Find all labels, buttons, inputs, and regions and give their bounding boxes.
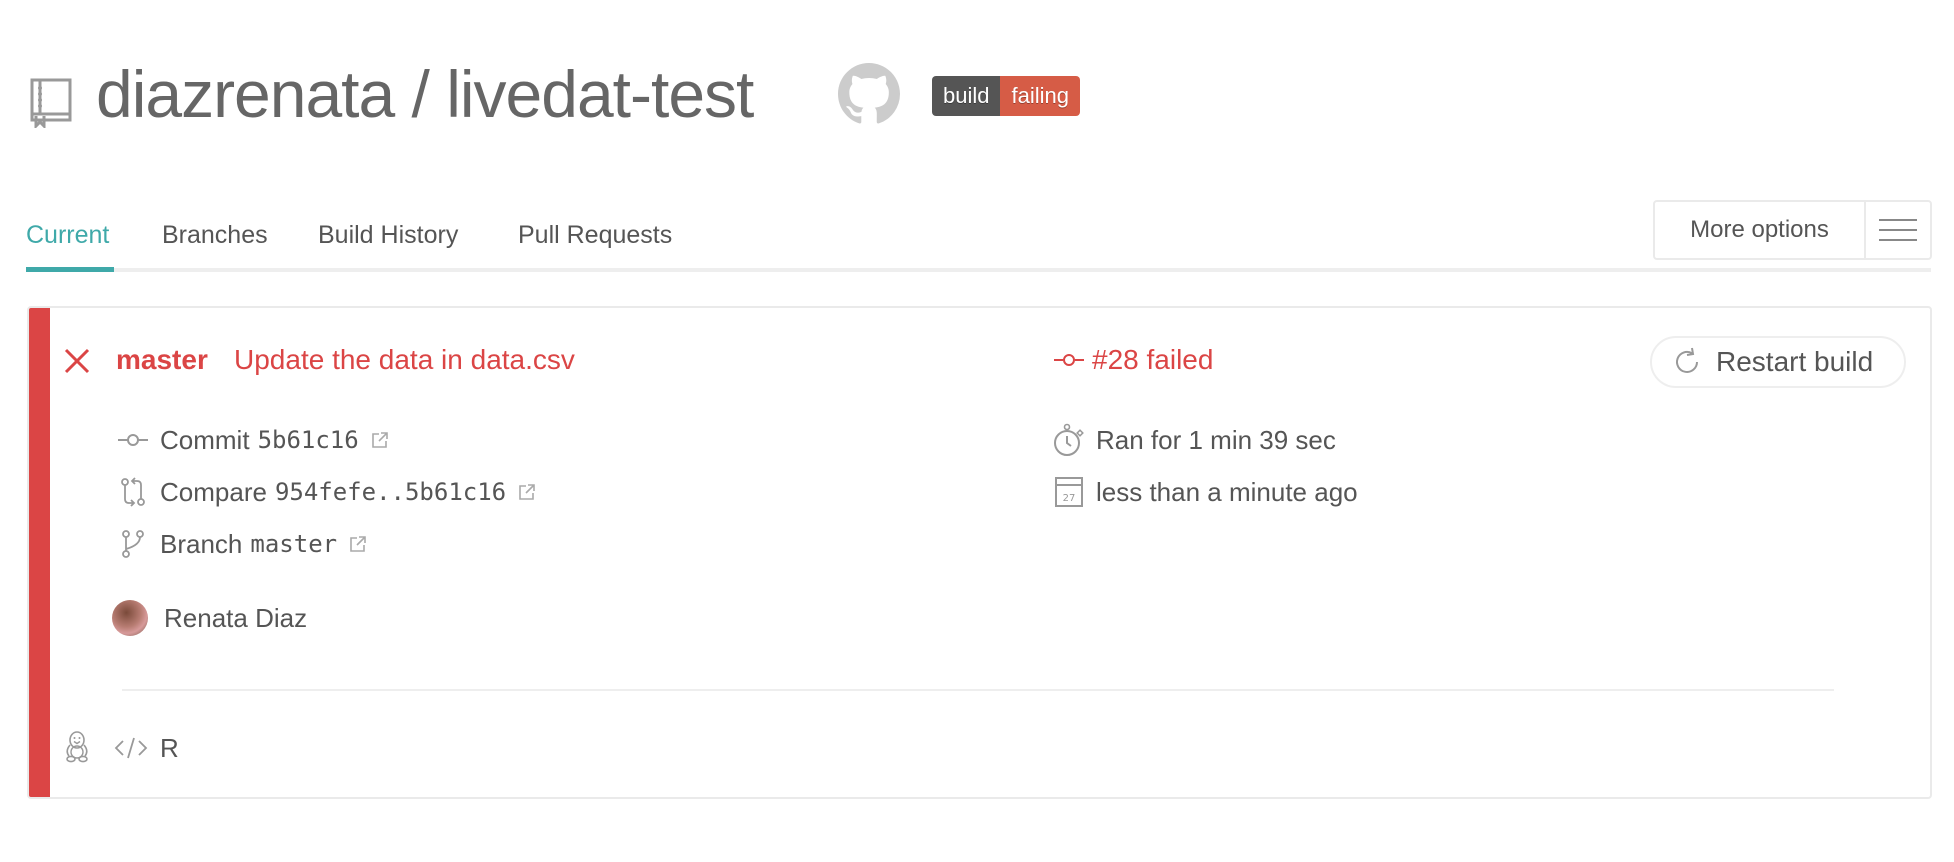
more-options-label: More options [1655, 202, 1866, 258]
finished-row: 27 less than a minute ago [1052, 474, 1358, 510]
author-name: Renata Diaz [164, 603, 308, 633]
card-divider [122, 689, 1834, 691]
duration-text: Ran for 1 min 39 sec [1096, 425, 1336, 455]
commit-row: Commit 5b61c16 [116, 422, 389, 458]
commit-icon [1054, 354, 1084, 366]
tab-branches[interactable]: Branches [162, 210, 268, 260]
compare-icon [116, 477, 150, 507]
restart-icon [1676, 347, 1698, 373]
tab-build-history[interactable]: Build History [318, 210, 458, 260]
restart-build-label: Restart build [1716, 346, 1874, 377]
branch-row: Branch master [116, 526, 367, 562]
tab-pull-requests[interactable]: Pull Requests [518, 210, 672, 260]
failed-x-icon [64, 348, 90, 374]
build-number[interactable]: #28 failed [1054, 340, 1213, 380]
build-number-label: #28 failed [1092, 344, 1214, 375]
compare-range-link[interactable]: 954fefe..5b61c16 [275, 474, 506, 510]
active-tab-indicator [26, 267, 114, 272]
external-link-icon[interactable] [371, 431, 389, 449]
linux-penguin-icon [66, 731, 88, 763]
language-label: R [160, 733, 179, 763]
tab-bar: Current Branches Build History Pull Requ… [26, 210, 1931, 272]
status-bar [29, 308, 50, 797]
branch-link[interactable]: master [250, 526, 337, 562]
duration-row: Ran for 1 min 39 sec [1052, 422, 1336, 458]
commit-sha-link[interactable]: 5b61c16 [258, 422, 359, 458]
repo-book-icon [30, 78, 72, 128]
build-status-badge[interactable]: build failing [932, 76, 1080, 116]
external-link-icon[interactable] [349, 535, 367, 553]
commit-icon [116, 433, 150, 447]
repo-title: diazrenata / livedat-test [96, 57, 754, 131]
more-options-button[interactable]: More options [1653, 200, 1932, 260]
code-icon [114, 737, 148, 759]
github-icon[interactable] [838, 63, 900, 125]
tab-current[interactable]: Current [26, 210, 109, 260]
badge-label: build [932, 76, 1001, 116]
branch-label: Branch [160, 529, 243, 559]
hamburger-icon[interactable] [1866, 202, 1930, 258]
branch-icon [116, 529, 150, 559]
restart-build-button[interactable]: Restart build [1650, 336, 1906, 388]
avatar[interactable] [112, 600, 148, 636]
commit-label: Commit [160, 425, 250, 455]
badge-status: failing [1000, 76, 1080, 116]
commit-message: Update the data in data.csv [234, 344, 575, 375]
branch-name[interactable]: master [116, 340, 208, 380]
finished-text: less than a minute ago [1096, 477, 1358, 507]
compare-row: Compare 954fefe..5b61c16 [116, 474, 536, 510]
compare-label: Compare [160, 477, 267, 507]
stopwatch-icon [1052, 422, 1086, 458]
external-link-icon[interactable] [518, 483, 536, 501]
calendar-icon: 27 [1052, 476, 1086, 508]
calendar-day: 27 [1063, 493, 1076, 504]
